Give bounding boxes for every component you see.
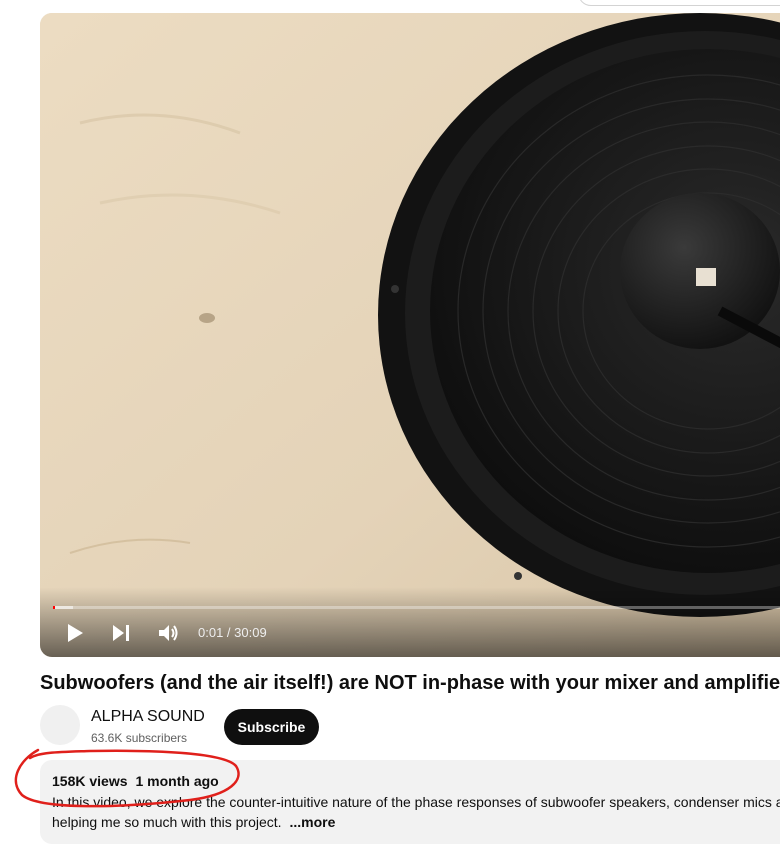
view-count: 158K views xyxy=(52,773,128,789)
youtube-watch-page: 0:01 / 30:09 Subwoofers (and the air its… xyxy=(0,0,780,849)
next-button[interactable] xyxy=(110,620,132,646)
progress-bar[interactable] xyxy=(53,606,780,609)
time-display: 0:01 / 30:09 xyxy=(198,625,267,640)
progress-played xyxy=(53,606,55,609)
volume-button[interactable] xyxy=(157,620,181,646)
channel-name[interactable]: ALPHA SOUND xyxy=(91,708,205,726)
controls-overlay xyxy=(40,587,780,657)
description-text-line-2: helping me so much with this project. ..… xyxy=(52,814,335,830)
description-text-line-2-text: helping me so much with this project. xyxy=(52,814,282,830)
channel-avatar[interactable] xyxy=(40,705,80,745)
search-bar-edge[interactable] xyxy=(578,0,780,6)
next-icon xyxy=(113,625,129,641)
subscribe-button[interactable]: Subscribe xyxy=(224,709,319,745)
description-box[interactable]: 158K views 1 month ago In this video, we … xyxy=(40,760,780,844)
volume-icon xyxy=(159,625,178,641)
video-stats: 158K views 1 month ago xyxy=(52,773,219,789)
video-title: Subwoofers (and the air itself!) are NOT… xyxy=(40,672,780,694)
upload-age: 1 month ago xyxy=(135,773,219,789)
video-frame xyxy=(40,13,780,657)
time-separator: / xyxy=(223,625,235,640)
current-time: 0:01 xyxy=(198,625,224,640)
play-button[interactable] xyxy=(64,620,86,646)
progress-buffered xyxy=(53,606,73,609)
play-icon xyxy=(68,624,83,642)
description-text-line-1: In this video, we explore the counter-in… xyxy=(52,794,780,810)
subscriber-count: 63.6K subscribers xyxy=(91,731,188,745)
show-more-button[interactable]: ...more xyxy=(289,814,335,830)
video-player[interactable]: 0:01 / 30:09 xyxy=(40,13,780,657)
duration: 30:09 xyxy=(234,625,267,640)
